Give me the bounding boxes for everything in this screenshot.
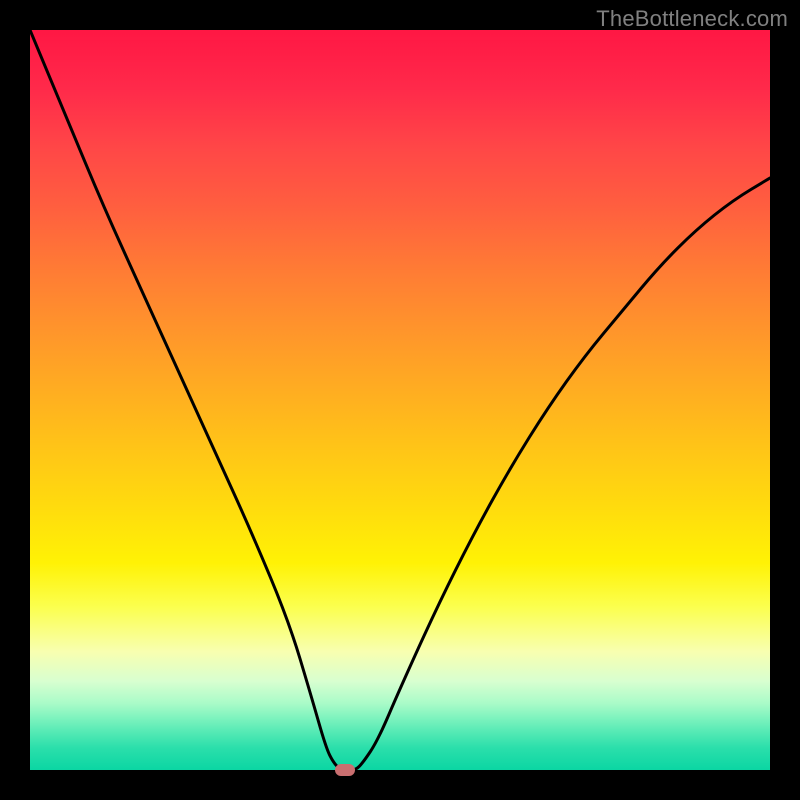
bottleneck-curve [30,30,770,770]
optimum-marker [335,764,355,776]
plot-area [30,30,770,770]
chart-frame: TheBottleneck.com [0,0,800,800]
watermark-text: TheBottleneck.com [596,6,788,32]
